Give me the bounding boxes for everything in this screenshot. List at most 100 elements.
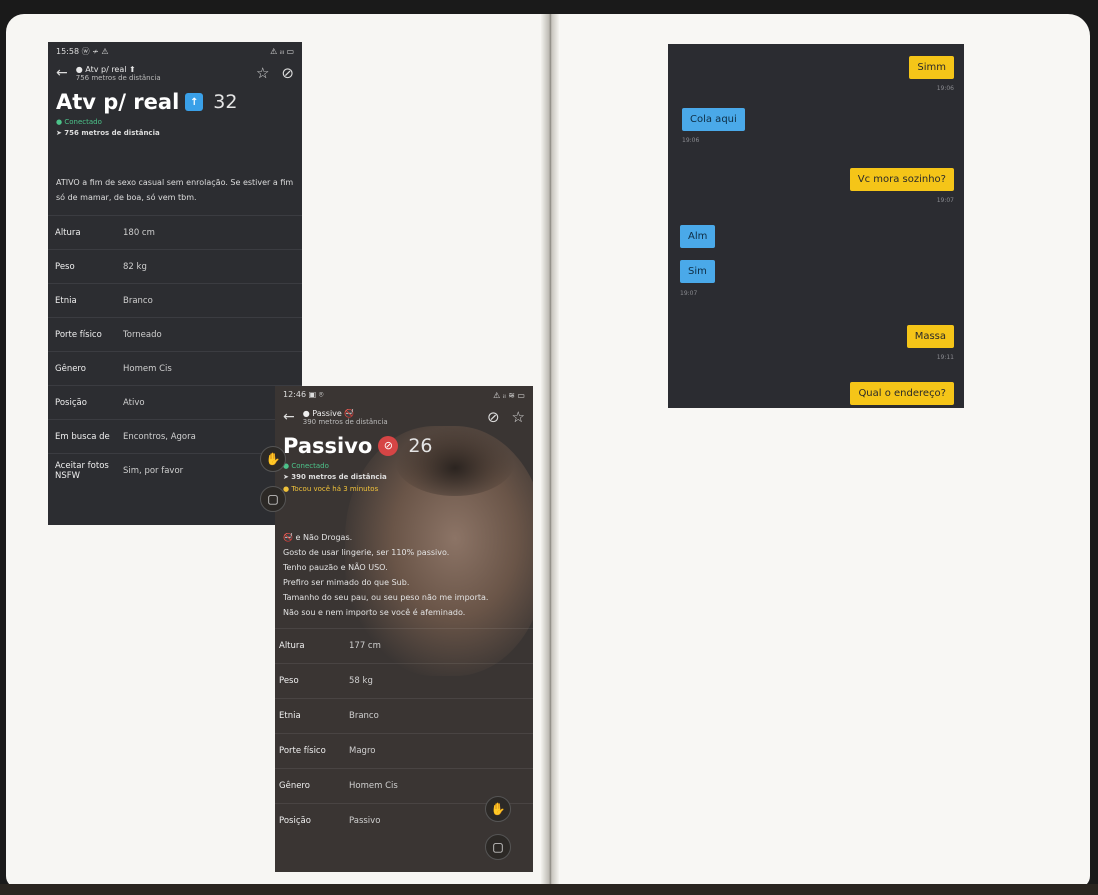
block-icon[interactable]: ⊘ [487,408,500,426]
block-icon[interactable]: ⊘ [281,64,294,82]
profile-bio: ATIVO a fim de sexo casual sem enrolação… [56,178,294,202]
message-time: 19:06 [936,85,954,92]
bio-line: 🚭 e Não Drogas. [283,533,353,542]
chat-screenshot: Simm 19:06 Cola aqui 19:06 Vc mora sozin… [668,44,964,408]
profile-name: Passivo [283,434,373,458]
detail-key: Peso [55,261,75,272]
top-badge-icon: ↑ [185,93,204,111]
detail-value: Magro [349,746,376,756]
status-icons: ⚠ ᵢₗ ≋ ▭ [493,390,525,400]
detail-row: Posição Ativo [48,385,302,419]
detail-row: Etnia Branco [48,283,302,317]
distance: ➤ 390 metros de distância [283,473,387,481]
detail-value: Passivo [349,816,381,826]
detail-key: Aceitar fotos NSFW [55,460,109,481]
detail-value: Sim, por favor [123,465,184,476]
topbar-actions: ☆ ⊘ [256,64,294,82]
tap-icon[interactable]: ✋ [260,446,286,472]
detail-value: 180 cm [123,227,155,238]
book-gutter [541,14,559,888]
bio-line: Não sou e nem importo se você é afeminad… [283,608,466,617]
bio-line: Tamanho do seu pau, ou seu peso não me i… [283,593,489,602]
detail-row: Altura 180 cm [48,215,302,249]
detail-key: Peso [279,676,299,686]
bio-line: Gosto de usar lingerie, ser 110% passivo… [283,548,450,557]
topbar-title: ● Passive 🚭 [302,408,355,418]
profile-name-row: Passivo ⊘ 26 [275,430,533,462]
profile-details: Altura 180 cm Peso 82 kg Etnia Branco Porte… [48,215,302,487]
detail-value: Ativo [123,397,145,408]
no-smoking-icon: ⊘ [378,436,399,456]
detail-key: Etnia [55,295,77,306]
chat-message-in: Alm [680,225,716,248]
detail-row: Peso 58 kg [275,663,533,698]
detail-row: Etnia Branco [275,698,533,733]
status-time: 12:46 ▣ ⌾ [283,390,324,399]
profile-topbar: ← ● Atv p/ real ⬆ 756 metros de distânci… [48,60,302,86]
profile-bio: 🚭 e Não Drogas. Gosto de usar lingerie, … [275,530,533,620]
profile-screenshot-2: 12:46 ▣ ⌾ ⚠ ᵢₗ ≋ ▭ ← ● Passive 🚭 390 met… [275,386,533,872]
detail-row: Porte físico Magro [275,733,533,768]
online-status: ● Conectado [283,462,329,470]
detail-value: 82 kg [123,261,147,272]
detail-row: Porte físico Torneado [48,317,302,351]
profile-name: Atv p/ real [56,90,180,114]
bio-line: Tenho pauzão e NÃO USO. [283,563,388,572]
star-icon[interactable]: ☆ [512,408,525,426]
detail-value: Branco [349,711,379,721]
detail-value: 177 cm [349,641,381,651]
detail-key: Altura [55,227,81,238]
detail-row: Altura 177 cm [275,628,533,663]
topbar-actions: ⊘ ☆ [487,408,525,426]
detail-key: Etnia [279,711,301,721]
book-edge [0,884,1098,895]
chat-message-out: Qual o endereço? [850,382,954,405]
topbar-title-block: ● Atv p/ real ⬆ 756 metros de distância [76,65,161,82]
topbar-title-block: ● Passive 🚭 390 metros de distância [303,409,388,426]
chat-message-in: Sim [680,260,715,283]
chat-message-out: Vc mora sozinho? [849,168,954,191]
distance: ➤ 756 metros de distância [56,129,160,137]
detail-row: Peso 82 kg [48,249,302,283]
profile-name-row: Atv p/ real ↑ 32 [48,86,302,118]
tapped-status: ● Tocou você há 3 minutos [283,485,379,493]
status-bar: 12:46 ▣ ⌾ ⚠ ᵢₗ ≋ ▭ [275,386,533,404]
profile-age: 26 [408,435,433,457]
detail-value: Torneado [123,329,162,340]
online-status: ● Conectado [56,118,102,126]
message-time: 19:06 [682,137,700,144]
detail-value: Homem Cis [123,363,172,374]
detail-key: Em busca de [55,431,110,442]
detail-key: Porte físico [279,746,326,756]
message-time: 19:07 [936,197,954,204]
star-icon[interactable]: ☆ [256,64,269,82]
topbar-subtitle: 756 metros de distância [75,73,161,82]
chat-message-out: Massa [906,325,954,348]
status-icons: ⚠ ᵢₗₗ ▭ [270,46,294,56]
detail-value: Homem Cis [349,781,398,791]
back-arrow-icon[interactable]: ← [283,409,295,425]
bio-line: Prefiro ser mimado do que Sub. [283,578,410,587]
status-bar: 15:58 ⓦ ≁ ⚠ ⚠ ᵢₗₗ ▭ [48,42,302,60]
tap-icon[interactable]: ✋ [485,796,511,822]
detail-key: Posição [55,397,87,408]
chat-message-in: Cola aqui [682,108,745,131]
back-arrow-icon[interactable]: ← [56,65,68,81]
detail-row: Gênero Homem Cis [48,351,302,385]
chat-icon[interactable]: ▢ [485,834,511,860]
detail-key: Gênero [279,781,310,791]
message-time: 19:11 [936,354,954,361]
chat-icon[interactable]: ▢ [260,486,286,512]
profile-topbar: ← ● Passive 🚭 390 metros de distância ⊘ … [275,404,533,430]
message-time: 19:07 [680,290,698,297]
topbar-title: ● Atv p/ real ⬆ [75,64,136,74]
detail-key: Porte físico [55,329,102,340]
chat-message-out: Simm [909,56,954,79]
topbar-subtitle: 390 metros de distância [302,417,388,426]
detail-key: Altura [279,641,305,651]
detail-key: Gênero [55,363,86,374]
notebook-spread: 15:58 ⓦ ≁ ⚠ ⚠ ᵢₗₗ ▭ ← ● Atv p/ real ⬆ 75… [0,0,1098,895]
detail-value: Branco [123,295,153,306]
detail-value: 58 kg [349,676,373,686]
detail-value: Encontros, Agora [123,431,196,442]
